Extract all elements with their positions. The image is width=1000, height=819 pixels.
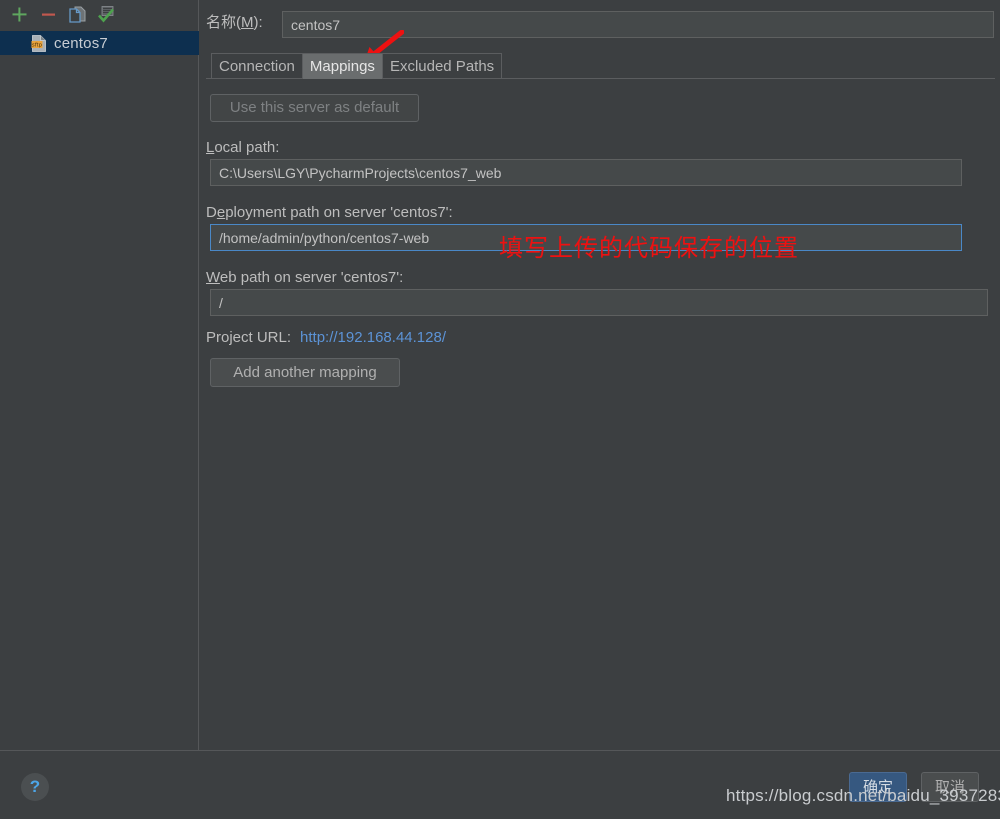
tab-mappings[interactable]: Mappings: [301, 53, 383, 79]
server-list: sftp centos7: [0, 31, 199, 55]
minus-icon: [41, 13, 55, 16]
tab-connection[interactable]: Connection: [211, 53, 303, 79]
list-item[interactable]: sftp centos7: [0, 31, 199, 55]
copy-icon: [68, 6, 85, 23]
add-server-button[interactable]: [6, 3, 32, 27]
list-item-label: centos7: [54, 34, 108, 52]
name-input[interactable]: [282, 11, 994, 38]
question-mark-icon: ?: [29, 777, 41, 796]
tab-excluded-paths[interactable]: Excluded Paths: [381, 53, 503, 79]
project-url-label: Project URL:: [206, 329, 292, 346]
local-path-label: Local path:: [206, 139, 280, 156]
ok-button[interactable]: 确定: [849, 772, 907, 802]
name-label: 名称(M):: [206, 14, 263, 31]
cancel-button[interactable]: 取消: [921, 772, 979, 802]
sftp-file-icon: sftp: [31, 34, 46, 52]
web-path-input[interactable]: [210, 289, 988, 316]
project-url-row: Project URL: http://192.168.44.128/: [206, 329, 446, 346]
deployment-path-label: Deployment path on server 'centos7':: [206, 204, 453, 221]
sidebar-toolbar: [0, 0, 199, 29]
dialog-button-bar: ? 确定 取消: [0, 751, 1000, 819]
remove-server-button[interactable]: [35, 3, 61, 27]
project-url-link[interactable]: http://192.168.44.128/: [300, 329, 446, 346]
server-list-sidebar: sftp centos7: [0, 0, 199, 750]
use-this-server-as-default-button[interactable]: Use this server as default: [210, 94, 419, 122]
settings-tabs: Connection Mappings Excluded Paths: [211, 52, 503, 79]
plus-icon: [12, 7, 26, 22]
checkmark-icon: [97, 6, 114, 23]
mappings-tab-content: Use this server as default Local path: .…: [200, 79, 1000, 750]
deployment-path-input[interactable]: [210, 224, 962, 251]
name-label-row: 名称(M):: [206, 11, 282, 32]
set-default-button[interactable]: [93, 3, 119, 27]
copy-server-button[interactable]: [64, 3, 90, 27]
svg-text:sftp: sftp: [32, 42, 43, 48]
server-settings-panel: 名称(M): Connection Mappings Excluded Path…: [200, 0, 1000, 750]
add-another-mapping-button[interactable]: Add another mapping: [210, 358, 400, 387]
web-path-label: Web path on server 'centos7':: [206, 269, 404, 286]
local-path-input[interactable]: [210, 159, 962, 186]
help-button[interactable]: ?: [21, 773, 49, 801]
